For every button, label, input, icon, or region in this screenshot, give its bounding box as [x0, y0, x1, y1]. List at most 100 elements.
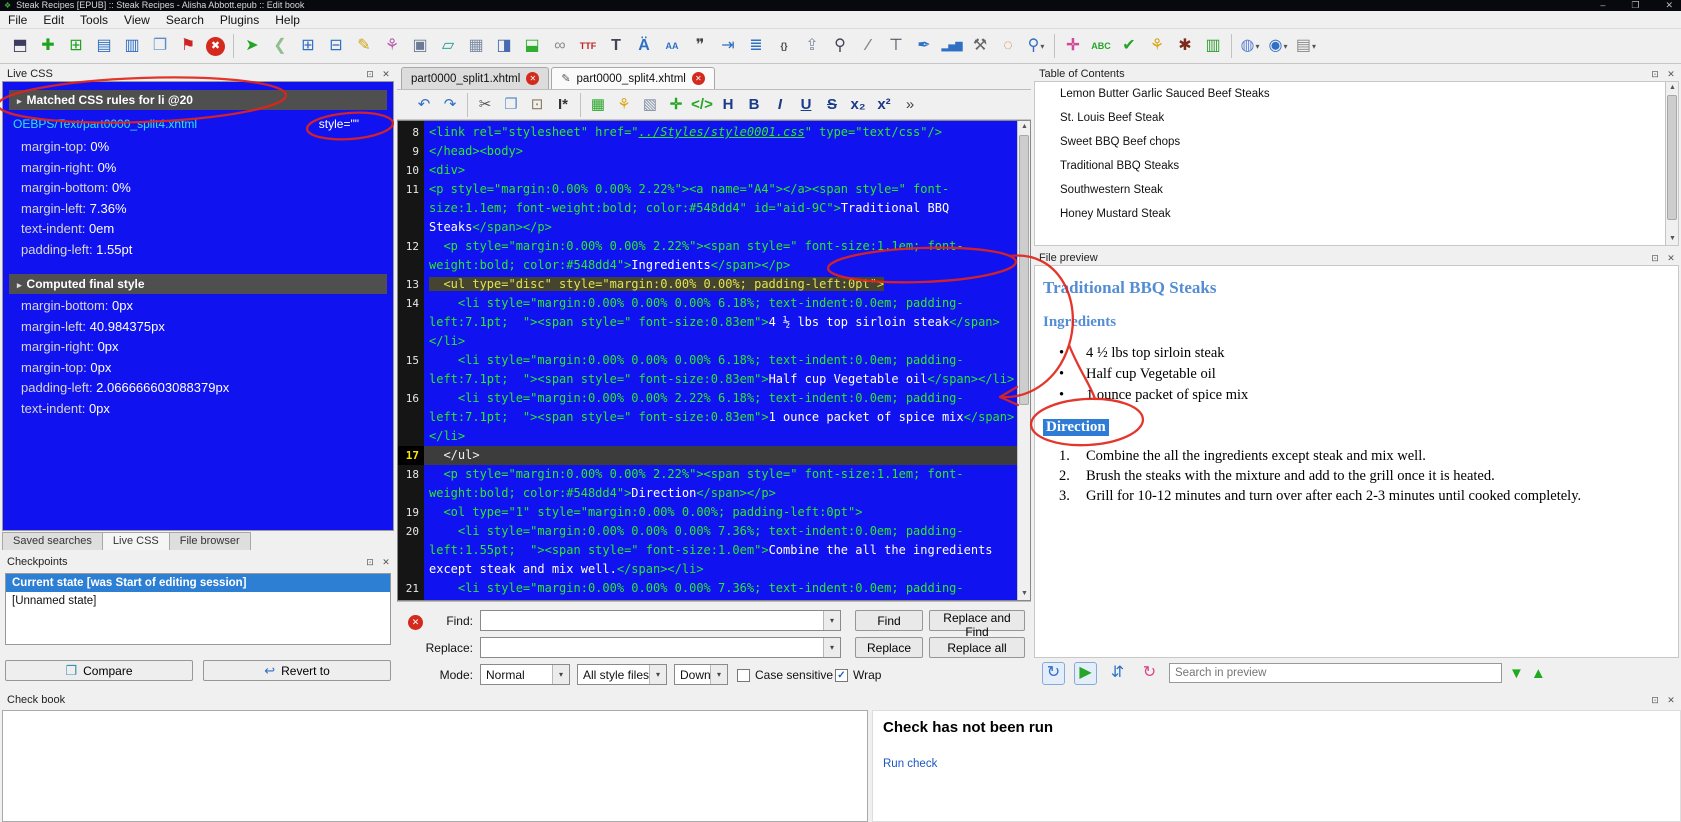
- braces-icon[interactable]: {}: [771, 33, 797, 59]
- menu-plugins[interactable]: Plugins: [212, 11, 267, 29]
- close-panel-icon[interactable]: ✕: [380, 68, 392, 80]
- spellcheck-icon[interactable]: ABC: [1088, 33, 1114, 59]
- underline-icon[interactable]: U: [794, 93, 818, 117]
- browser-preview-icon[interactable]: ◍ ▾: [1237, 33, 1263, 59]
- edit-book-icon[interactable]: ⬒: [7, 33, 33, 59]
- tab-part0000-split1-xhtml[interactable]: part0000_split1.xhtml ✕: [401, 67, 550, 89]
- special-characters-icon[interactable]: Ä: [631, 33, 657, 59]
- scrollbar-thumb[interactable]: [1019, 135, 1029, 405]
- replace-button[interactable]: Replace: [855, 637, 923, 658]
- toc-item[interactable]: Honey Mustard Steak: [1035, 202, 1665, 226]
- code-line[interactable]: 18 <p style="margin:0.00% 0.00% 2.22%"><…: [398, 465, 1017, 503]
- checkpoint-item[interactable]: Current state [was Start of editing sess…: [6, 574, 390, 592]
- mode-select[interactable]: Normal ▾: [480, 664, 570, 685]
- close-window-icon[interactable]: ✕: [1665, 0, 1673, 11]
- maximize-icon[interactable]: ❐: [1631, 0, 1639, 11]
- link-icon[interactable]: ∞: [547, 33, 573, 59]
- toc-item[interactable]: Traditional BBQ Steaks: [1035, 154, 1665, 178]
- go-forward-icon[interactable]: ➤: [239, 33, 265, 59]
- toc-item[interactable]: Sweet BBQ Beef chops: [1035, 130, 1665, 154]
- code-line[interactable]: 21 <li style="margin:0.00% 0.00% 0.00% 7…: [398, 579, 1017, 600]
- checkpoints-menu-icon[interactable]: ▤ ▾: [1293, 33, 1319, 59]
- smart-quotes-icon[interactable]: ❞: [687, 33, 713, 59]
- folder-icon[interactable]: ▱: [435, 33, 461, 59]
- close-tab-icon[interactable]: ✕: [526, 72, 540, 85]
- clips-icon[interactable]: ⊤: [883, 33, 909, 59]
- editor-scrollbar[interactable]: ▲ ▼: [1017, 121, 1030, 600]
- combo-dropdown-icon[interactable]: ▾: [552, 665, 569, 684]
- reports-icon[interactable]: ▂▅▇: [939, 33, 965, 59]
- computed-style-header[interactable]: ▸ Computed final style: [9, 274, 387, 294]
- subscript-icon[interactable]: x₂: [846, 93, 870, 117]
- wrap-checkbox[interactable]: ✓: [835, 668, 848, 682]
- toc-item[interactable]: St. Louis Beef Steak: [1035, 106, 1665, 130]
- strikethrough-icon[interactable]: S: [820, 93, 844, 117]
- search-menu-icon[interactable]: ⚲ ▾: [1023, 33, 1049, 59]
- save-icon[interactable]: ▤: [91, 33, 117, 59]
- find-previous-icon[interactable]: ▲: [1531, 666, 1546, 681]
- find-image-icon[interactable]: ▧: [638, 93, 662, 117]
- replace-and-find-button[interactable]: Replace and Find: [929, 610, 1025, 639]
- save-as-icon[interactable]: ▥: [119, 33, 145, 59]
- close-panel-icon[interactable]: ✕: [1665, 252, 1677, 264]
- combo-dropdown-icon[interactable]: ▾: [649, 665, 666, 684]
- float-panel-icon[interactable]: ⊡: [364, 68, 376, 80]
- insert-image-icon[interactable]: ▦: [463, 33, 489, 59]
- save-preview-icon[interactable]: ⇵: [1106, 662, 1129, 685]
- float-panel-icon[interactable]: ⊡: [1649, 252, 1661, 264]
- plugins-icon[interactable]: ◌: [995, 33, 1021, 59]
- toc-item[interactable]: Southwestern Steak: [1035, 178, 1665, 202]
- tools-icon[interactable]: ⚒: [967, 33, 993, 59]
- compare-button[interactable]: ❐ Compare: [5, 660, 193, 681]
- find-input[interactable]: [481, 611, 823, 630]
- redo-icon[interactable]: ↷: [438, 93, 462, 117]
- text-file-icon[interactable]: T: [603, 33, 629, 59]
- tab-part0000-split4-xhtml[interactable]: ✎ part0000_split4.xhtml ✕: [551, 67, 715, 89]
- bookmark-icon[interactable]: ⚑: [175, 33, 201, 59]
- combo-dropdown-icon[interactable]: ▾: [823, 611, 840, 630]
- direction-select[interactable]: Down ▾: [674, 664, 728, 685]
- menu-file[interactable]: File: [0, 11, 35, 29]
- run-check-link[interactable]: Run check: [883, 758, 937, 770]
- scroll-up-icon[interactable]: ▲: [1018, 121, 1030, 133]
- replace-input[interactable]: [481, 638, 823, 657]
- delete-icon[interactable]: ✖: [206, 36, 225, 56]
- css-source-file-link[interactable]: OEBPS/Text/part0000_split4.xhtml: [13, 117, 197, 131]
- minimize-icon[interactable]: –: [1600, 0, 1605, 11]
- preview-search-input[interactable]: [1169, 663, 1502, 683]
- dock-tab-file-browser[interactable]: File browser: [168, 532, 251, 550]
- well-formed-icon[interactable]: ✛: [664, 93, 688, 117]
- code-line[interactable]: 20 <li style="margin:0.00% 0.00% 0.00% 7…: [398, 522, 1017, 579]
- pencil-icon[interactable]: ✎: [351, 33, 377, 59]
- scope-select[interactable]: All style files ▾: [577, 664, 667, 685]
- reload-preview-icon[interactable]: ↻: [1138, 662, 1161, 685]
- list-icon[interactable]: ≣: [743, 33, 769, 59]
- undo-icon[interactable]: ↶: [412, 93, 436, 117]
- code-line[interactable]: 12 <p style="margin:0.00% 0.00% 2.22%"><…: [398, 237, 1017, 275]
- menu-help[interactable]: Help: [267, 11, 308, 29]
- menu-tools[interactable]: Tools: [72, 11, 116, 29]
- menu-search[interactable]: Search: [158, 11, 212, 29]
- tulip-icon[interactable]: ⚘: [612, 93, 636, 117]
- case-sensitive-checkbox[interactable]: [737, 668, 750, 682]
- code-line[interactable]: 11 <p style="margin:0.00% 0.00% 2.22%"><a…: [398, 180, 1017, 237]
- add-existing-file-icon[interactable]: ⊞: [63, 33, 89, 59]
- add-file-icon[interactable]: ✚: [35, 33, 61, 59]
- change-case-icon[interactable]: AA: [659, 33, 685, 59]
- new-html-file-icon[interactable]: ⊞: [295, 33, 321, 59]
- scroll-down-icon[interactable]: ▼: [1666, 233, 1678, 245]
- scrollbar-thumb[interactable]: [1667, 95, 1677, 220]
- comment-icon[interactable]: ∕: [855, 33, 881, 59]
- code-line[interactable]: 17 </ul>: [398, 446, 1017, 465]
- scroll-down-icon[interactable]: ▼: [1018, 588, 1030, 600]
- close-panel-icon[interactable]: ✕: [1665, 694, 1677, 706]
- go-back-icon[interactable]: ❮: [267, 33, 293, 59]
- close-panel-icon[interactable]: ✕: [1665, 68, 1677, 80]
- well-formed-icon[interactable]: ✛: [1060, 33, 1086, 59]
- bug-icon[interactable]: ✱: [1172, 33, 1198, 59]
- toc-item[interactable]: Lemon Butter Garlic Sauced Beef Steaks: [1035, 82, 1665, 106]
- new-css-file-icon[interactable]: ⊟: [323, 33, 349, 59]
- close-panel-icon[interactable]: ✕: [380, 556, 392, 568]
- toc-scrollbar[interactable]: ▲ ▼: [1665, 82, 1678, 245]
- scroll-up-icon[interactable]: ▲: [1666, 82, 1678, 94]
